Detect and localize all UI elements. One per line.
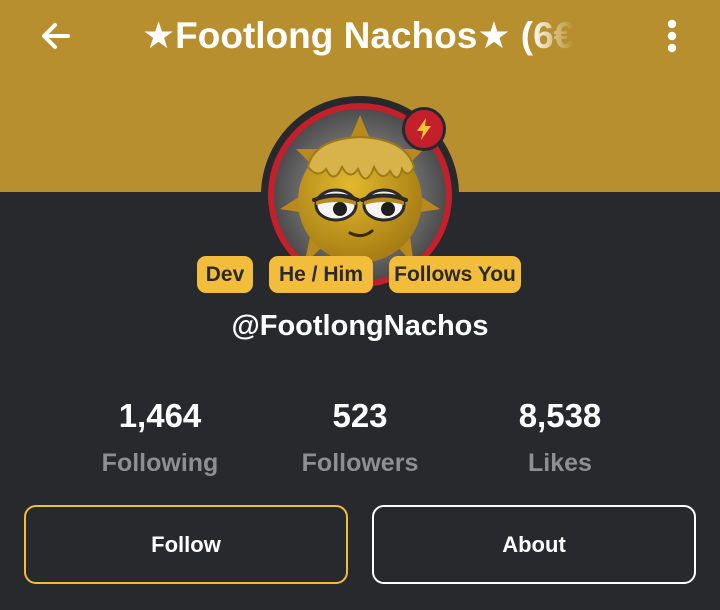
page-title: ★Footlong Nachos★ (6€ (142, 15, 574, 56)
stat-value: 1,464 (118, 397, 202, 434)
arrow-left-icon (42, 23, 70, 49)
top-app-bar: ★Footlong Nachos★ (6€ (0, 0, 720, 72)
about-button[interactable]: About (372, 505, 696, 584)
stat-value: 8,538 (518, 397, 602, 434)
stat-label: Followers (301, 449, 419, 477)
follow-button[interactable]: Follow (24, 505, 348, 584)
stat-label: Following (101, 449, 219, 477)
tag-dev: Dev (197, 256, 253, 293)
tag-follows-you: Follows You (389, 256, 521, 293)
username-handle: @FootlongNachos (231, 310, 489, 342)
profile-tags: Dev He / Him Follows You (0, 256, 720, 294)
more-options-button[interactable] (648, 12, 696, 60)
stat-likes[interactable]: 8,538 Likes (450, 392, 670, 486)
stat-followers[interactable]: 523 Followers (250, 392, 470, 486)
back-button[interactable] (28, 12, 84, 60)
lightning-bolt-icon (417, 118, 431, 140)
more-vertical-icon (667, 19, 677, 53)
tag-pronouns: He / Him (269, 256, 373, 293)
stat-following[interactable]: 1,464 Following (50, 392, 270, 486)
stat-label: Likes (528, 449, 592, 477)
verified-badge (402, 107, 446, 151)
stat-value: 523 (332, 397, 388, 434)
